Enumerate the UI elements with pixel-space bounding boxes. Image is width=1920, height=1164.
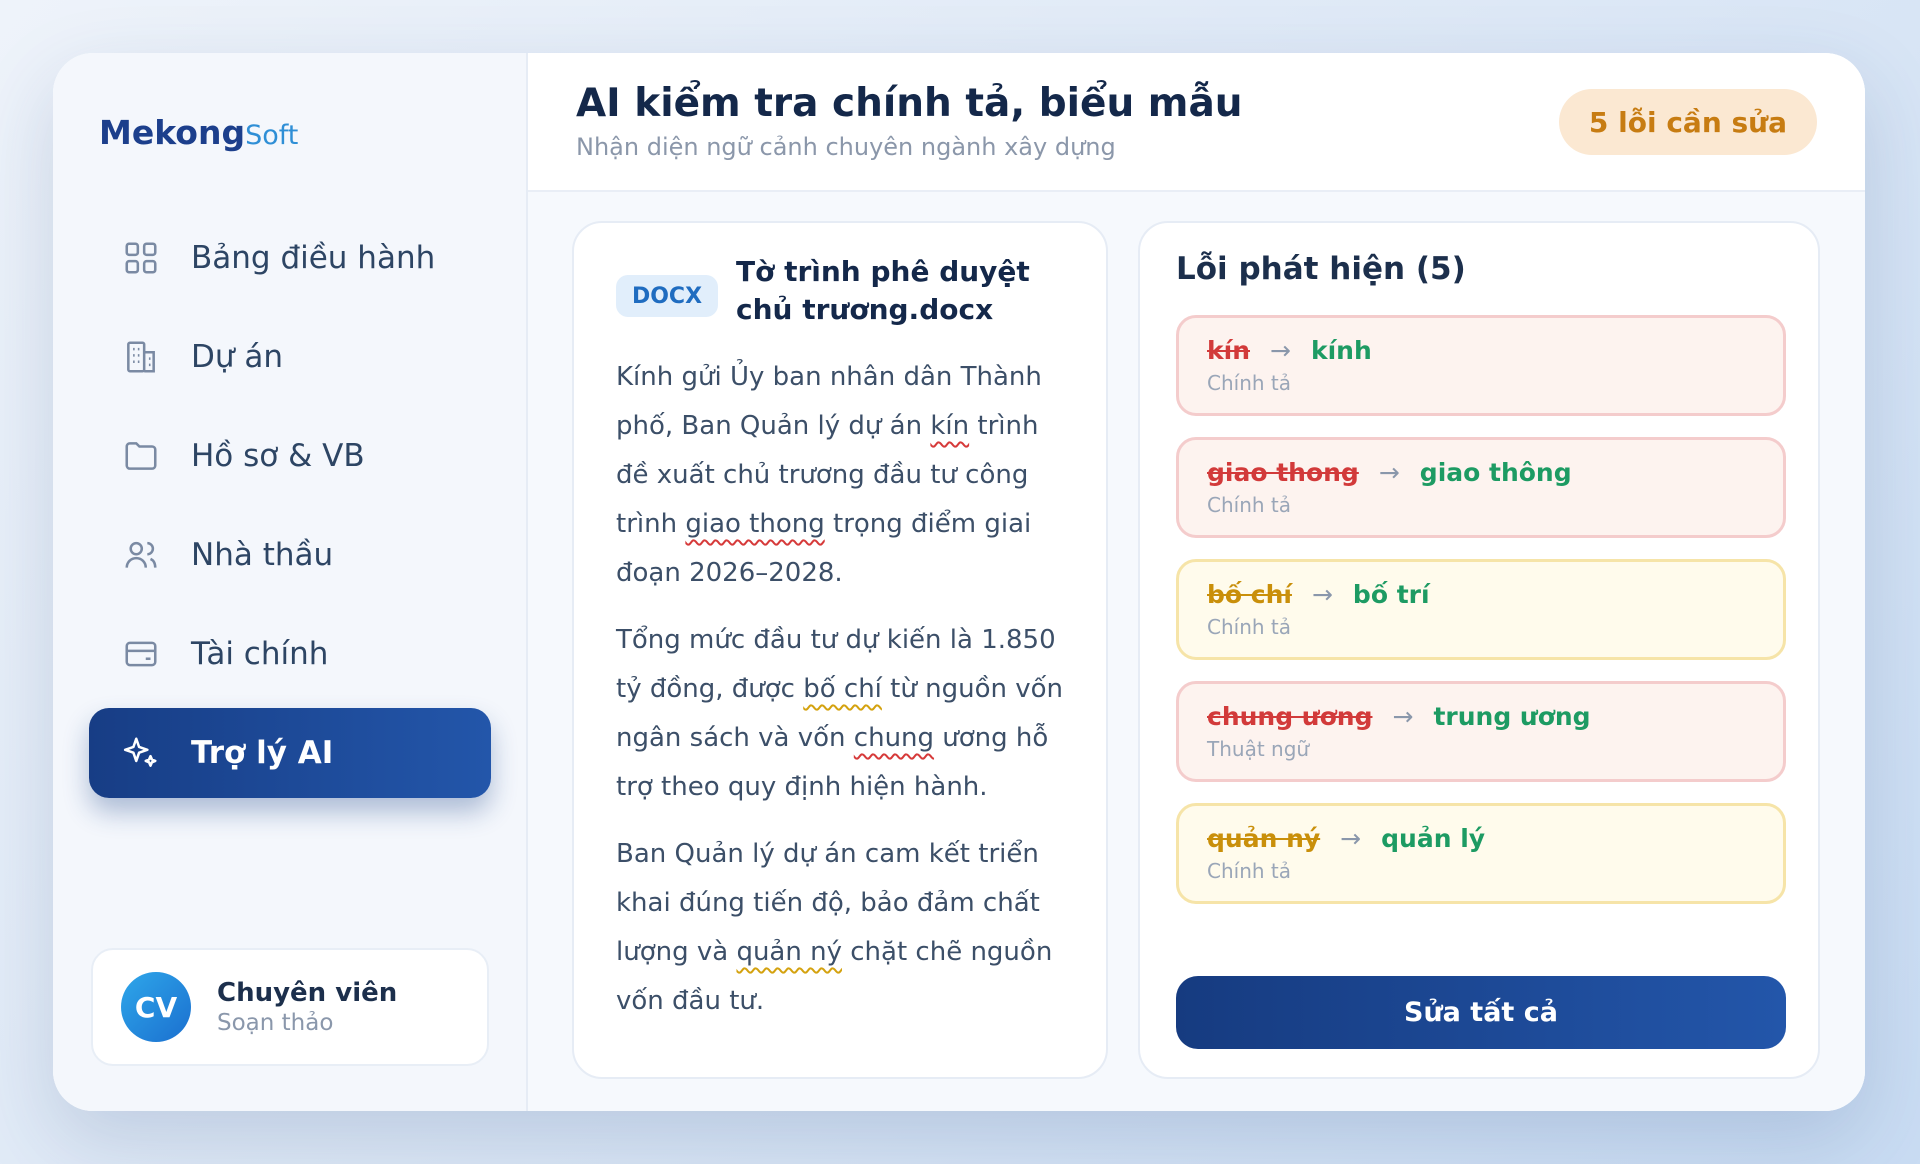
error-type: Chính tả [1207, 493, 1292, 517]
sidebar: MekongSoft Bảng điều hành Dự án Hồ sơ & … [53, 53, 528, 1111]
arrow-right-icon: → [1392, 702, 1414, 731]
errors-title: Lỗi phát hiện (5) [1176, 251, 1466, 287]
document-title: Tờ trình phê duyệt chủ trương.docx [736, 255, 1030, 326]
error-item[interactable]: bố chí → bố trí Chính tả [1176, 559, 1786, 660]
sidebar-item-documents[interactable]: Hồ sơ & VB [89, 411, 491, 501]
app-window: MekongSoft Bảng điều hành Dự án Hồ sơ & … [53, 53, 1865, 1111]
paragraph: Tổng mức đầu tư dự kiến là 1.850 tỷ đồng… [616, 625, 1063, 802]
user-name: Chuyên viên [217, 978, 398, 1008]
user-role: Soạn thảo [217, 1010, 334, 1036]
sidebar-item-contractors[interactable]: Nhà thầu [89, 510, 491, 600]
folder-icon [121, 436, 161, 476]
sidebar-item-projects[interactable]: Dự án [89, 312, 491, 402]
suggested-text: trung ương [1433, 702, 1591, 731]
header: AI kiểm tra chính tả, biểu mẫu Nhận diện… [528, 53, 1865, 192]
error-highlight[interactable]: kín [930, 411, 969, 441]
arrow-right-icon: → [1270, 336, 1291, 365]
paragraph: Kính gửi Ủy ban nhân dân Thành phố, Ban … [616, 362, 1042, 588]
error-highlight[interactable]: chung [854, 723, 934, 753]
sidebar-item-dashboard[interactable]: Bảng điều hành [89, 213, 491, 303]
sidebar-item-label: Bảng điều hành [191, 240, 436, 276]
wrong-text: kín [1207, 336, 1250, 365]
wrong-text: chung ương [1207, 702, 1373, 731]
paragraph: Ban Quản lý dự án cam kết triển khai đún… [616, 839, 1053, 1016]
document-body[interactable]: Kính gửi Ủy ban nhân dân Thành phố, Ban … [616, 353, 1076, 1044]
file-type-tag: DOCX [616, 275, 718, 317]
suggested-text: kính [1310, 336, 1372, 365]
grid-icon [121, 238, 161, 278]
sidebar-item-label: Trợ lý AI [191, 735, 334, 771]
main-content: AI kiểm tra chính tả, biểu mẫu Nhận diện… [528, 53, 1865, 1111]
error-item[interactable]: quản ný → quản lý Chính tả [1176, 803, 1786, 904]
errors-panel: Lỗi phát hiện (5) kín → kính Chính tả gi… [1138, 221, 1820, 1079]
user-card[interactable]: CV Chuyên viên Soạn thảo [91, 948, 489, 1066]
error-type: Thuật ngữ [1207, 737, 1310, 761]
sidebar-item-label: Tài chính [191, 636, 329, 672]
page-subtitle: Nhận diện ngữ cảnh chuyên ngành xây dựng [576, 133, 1116, 161]
user-info: Chuyên viên Soạn thảo [217, 978, 397, 1036]
sidebar-item-ai-assistant[interactable]: Trợ lý AI [89, 708, 491, 798]
error-item[interactable]: kín → kính Chính tả [1176, 315, 1786, 416]
error-type: Chính tả [1207, 371, 1292, 395]
brand-main: Mekong [99, 113, 246, 152]
wrong-text: quản ný [1207, 824, 1321, 853]
arrow-right-icon: → [1378, 458, 1400, 487]
sparkles-icon [121, 733, 161, 773]
error-count-badge: 5 lỗi cần sửa [1558, 89, 1817, 155]
sidebar-item-label: Hồ sơ & VB [191, 438, 365, 474]
page-title: AI kiểm tra chính tả, biểu mẫu [576, 81, 1243, 126]
wrong-text: giao thong [1207, 458, 1359, 487]
suggested-text: giao thông [1419, 458, 1572, 487]
fix-all-button[interactable]: Sửa tất cả [1176, 976, 1786, 1049]
brand-suffix: Soft [245, 120, 299, 151]
error-highlight[interactable]: quản ný [736, 937, 842, 967]
sidebar-item-label: Nhà thầu [191, 537, 334, 573]
error-type: Chính tả [1207, 859, 1292, 883]
error-type: Chính tả [1207, 615, 1292, 639]
errors-list: kín → kính Chính tả giao thong → giao th… [1176, 315, 1786, 925]
error-item[interactable]: chung ương → trung ương Thuật ngữ [1176, 681, 1786, 782]
error-highlight[interactable]: bố chí [803, 674, 882, 704]
error-item[interactable]: giao thong → giao thông Chính tả [1176, 437, 1786, 538]
suggested-text: quản lý [1381, 824, 1486, 853]
brand-logo[interactable]: MekongSoft [99, 113, 298, 152]
building-icon [121, 337, 161, 377]
sidebar-item-label: Dự án [191, 339, 284, 375]
sidebar-item-finance[interactable]: Tài chính [89, 609, 491, 699]
arrow-right-icon: → [1340, 824, 1362, 853]
sidebar-nav: Bảng điều hành Dự án Hồ sơ & VB Nhà thầu [89, 213, 491, 807]
wrong-text: bố chí [1207, 580, 1292, 609]
suggested-text: bố trí [1352, 580, 1430, 609]
error-highlight[interactable]: giao thong [685, 509, 824, 539]
document-panel: DOCX Tờ trình phê duyệt chủ trương.docx … [572, 221, 1108, 1079]
arrow-right-icon: → [1311, 580, 1333, 609]
users-icon [121, 535, 161, 575]
avatar: CV [121, 972, 191, 1042]
wallet-icon [121, 634, 161, 674]
